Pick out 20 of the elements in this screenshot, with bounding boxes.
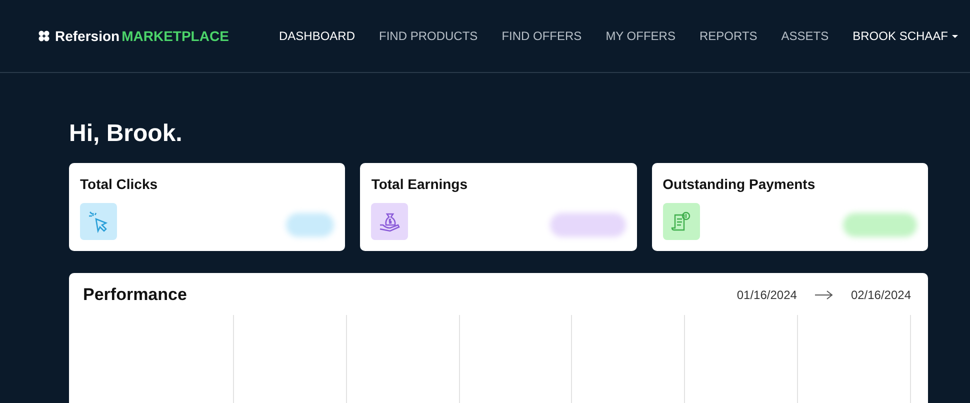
logo-product[interactable]: MARKETPLACE	[122, 28, 229, 44]
nav-link[interactable]: MY OFFERS	[606, 29, 676, 43]
account-menu[interactable]: BROOK SCHAAF	[852, 29, 958, 43]
blurred-value	[286, 212, 334, 236]
end-date[interactable]: 02/16/2024	[850, 288, 911, 302]
nav-link[interactable]: FIND PRODUCTS	[379, 29, 478, 43]
nav-link[interactable]: DASHBOARD	[279, 29, 356, 43]
card-title: Total Clicks	[80, 176, 159, 192]
arrow-icon	[814, 290, 833, 300]
greeting: Hi, Brook.	[69, 119, 184, 149]
card-title: Performance	[83, 285, 187, 305]
logo-icon	[37, 29, 51, 43]
nav-link[interactable]: ASSETS	[781, 29, 829, 43]
card-title: Total Earnings	[371, 176, 469, 192]
logo-brand[interactable]: Refersion	[55, 28, 120, 44]
caret-icon	[952, 34, 958, 38]
start-date[interactable]: 01/16/2024	[736, 288, 797, 302]
card-title: Outstanding Payments	[662, 176, 816, 192]
nav-link[interactable]: REPORTS	[699, 29, 758, 43]
nav-link[interactable]: FIND OFFERS	[502, 29, 582, 43]
